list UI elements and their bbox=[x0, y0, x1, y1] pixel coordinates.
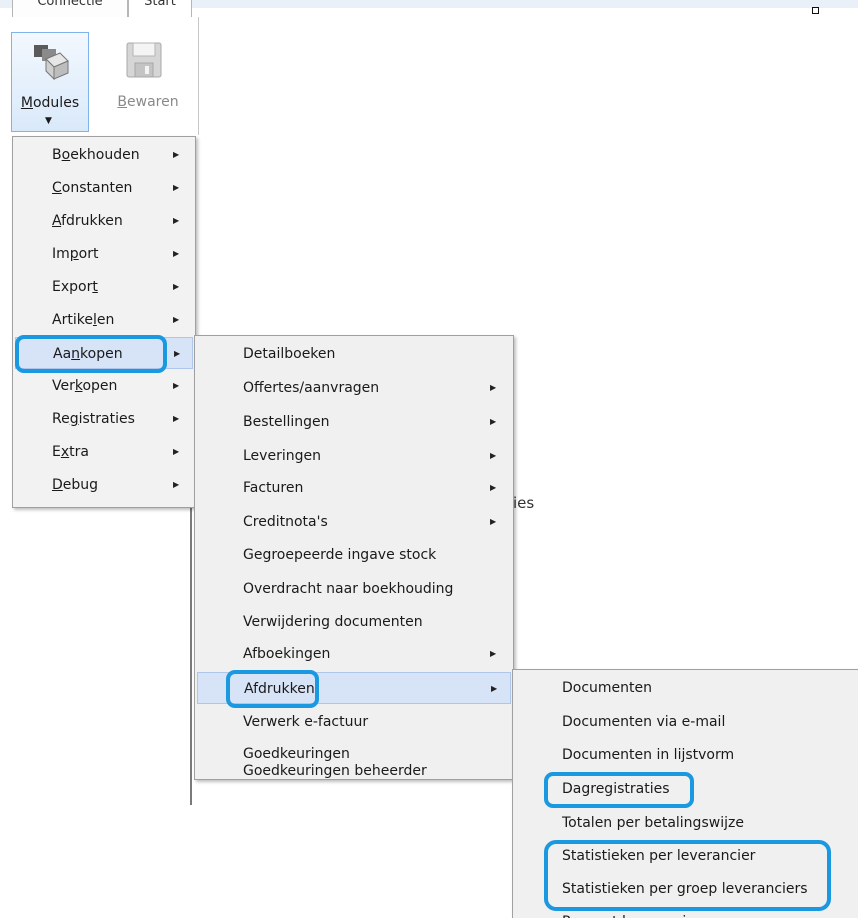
menu-item-bestellingen[interactable]: Bestellingen ▶ bbox=[197, 406, 511, 438]
menu-item-totalen-betalingswijze[interactable]: Totalen per betalingswijze bbox=[515, 807, 857, 839]
submenu-arrow-icon: ▶ bbox=[490, 417, 497, 426]
modules-button[interactable]: Modules ▼ bbox=[11, 32, 89, 132]
menu-item-constanten[interactable]: Constanten ▶ bbox=[15, 172, 193, 204]
submenu-arrow-icon: ▶ bbox=[173, 282, 180, 291]
submenu-arrow-icon: ▶ bbox=[490, 483, 497, 492]
submenu-arrow-icon: ▶ bbox=[490, 383, 497, 392]
submenu-arrow-icon: ▶ bbox=[490, 517, 497, 526]
menu-item-detailboeken[interactable]: Detailboeken bbox=[197, 338, 511, 370]
menu-item-gegroepeerde-ingave-stock[interactable]: Gegroepeerde ingave stock bbox=[197, 539, 511, 571]
submenu-arrow-icon: ▶ bbox=[491, 684, 498, 693]
menu-item-verwerk-efactuur[interactable]: Verwerk e-factuur bbox=[197, 706, 511, 738]
submenu-arrow-icon: ▶ bbox=[173, 216, 180, 225]
background-divider bbox=[190, 505, 192, 805]
menu-item-registraties[interactable]: Registraties ▶ bbox=[15, 403, 193, 435]
menu-item-verkopen[interactable]: Verkopen ▶ bbox=[15, 370, 193, 402]
aankopen-submenu: Detailboeken Offertes/aanvragen ▶ Bestell… bbox=[194, 335, 514, 780]
menu-item-documenten-lijstvorm[interactable]: Documenten in lijstvorm bbox=[515, 739, 857, 771]
menu-item-offertes-aanvragen[interactable]: Offertes/aanvragen ▶ bbox=[197, 372, 511, 404]
tab-start[interactable]: Start bbox=[128, 0, 192, 17]
menu-item-leveringen[interactable]: Leveringen ▶ bbox=[197, 440, 511, 472]
tab-connectie[interactable]: Connectie bbox=[12, 0, 128, 18]
submenu-arrow-icon: ▶ bbox=[490, 451, 497, 460]
submenu-arrow-icon: ▶ bbox=[173, 414, 180, 423]
menu-item-afboekingen[interactable]: Afboekingen ▶ bbox=[197, 638, 511, 670]
submenu-arrow-icon: ▶ bbox=[173, 315, 180, 324]
submenu-arrow-icon: ▶ bbox=[173, 183, 180, 192]
menu-item-artikelen[interactable]: Artikelen ▶ bbox=[15, 304, 193, 336]
highlight-dagregistraties bbox=[544, 772, 694, 808]
dropdown-arrow-icon: ▼ bbox=[45, 116, 52, 126]
highlight-statistieken bbox=[544, 840, 831, 911]
menu-item-facturen[interactable]: Facturen ▶ bbox=[197, 472, 511, 504]
submenu-arrow-icon: ▶ bbox=[490, 649, 497, 658]
submenu-arrow-icon: ▶ bbox=[173, 150, 180, 159]
menu-item-documenten[interactable]: Documenten bbox=[515, 672, 857, 704]
menu-item-goedkeuringen-beheerder[interactable]: Goedkeuringen beheerder bbox=[197, 763, 511, 779]
submenu-arrow-icon: ▶ bbox=[173, 249, 180, 258]
submenu-arrow-icon: ▶ bbox=[173, 381, 180, 390]
menu-item-export[interactable]: Export ▶ bbox=[15, 271, 193, 303]
submenu-arrow-icon: ▶ bbox=[173, 480, 180, 489]
menu-item-documenten-email[interactable]: Documenten via e-mail bbox=[515, 706, 857, 738]
menu-item-debug[interactable]: Debug ▶ bbox=[15, 469, 193, 501]
tab-connectie-label: Connectie bbox=[37, 0, 103, 9]
menu-item-import[interactable]: Import ▶ bbox=[15, 238, 193, 270]
menu-item-overdracht-boekhouding[interactable]: Overdracht naar boekhouding bbox=[197, 573, 511, 605]
submenu-arrow-icon: ▶ bbox=[174, 349, 181, 358]
modules-menu: Boekhouden ▶ Constanten ▶ Afdrukken ▶ Impor… bbox=[12, 136, 196, 508]
menu-item-boekhouden[interactable]: Boekhouden ▶ bbox=[15, 139, 193, 171]
modules-icon bbox=[34, 45, 69, 81]
menu-item-afdrukken[interactable]: Afdrukken ▶ bbox=[15, 205, 193, 237]
menu-item-creditnotas[interactable]: Creditnota's ▶ bbox=[197, 506, 511, 538]
highlight-afdrukken bbox=[226, 670, 319, 708]
menu-item-extra[interactable]: Extra ▶ bbox=[15, 436, 193, 468]
tab-start-label: Start bbox=[144, 0, 176, 9]
save-icon bbox=[126, 42, 162, 78]
restore-icon[interactable] bbox=[812, 7, 819, 14]
highlight-aankopen bbox=[15, 335, 167, 373]
menu-item-verwijdering-documenten[interactable]: Verwijdering documenten bbox=[197, 606, 511, 638]
bewaren-button[interactable]: Bewaren bbox=[112, 32, 184, 130]
background-text-fragment: ies bbox=[513, 494, 535, 512]
submenu-arrow-icon: ▶ bbox=[173, 447, 180, 456]
